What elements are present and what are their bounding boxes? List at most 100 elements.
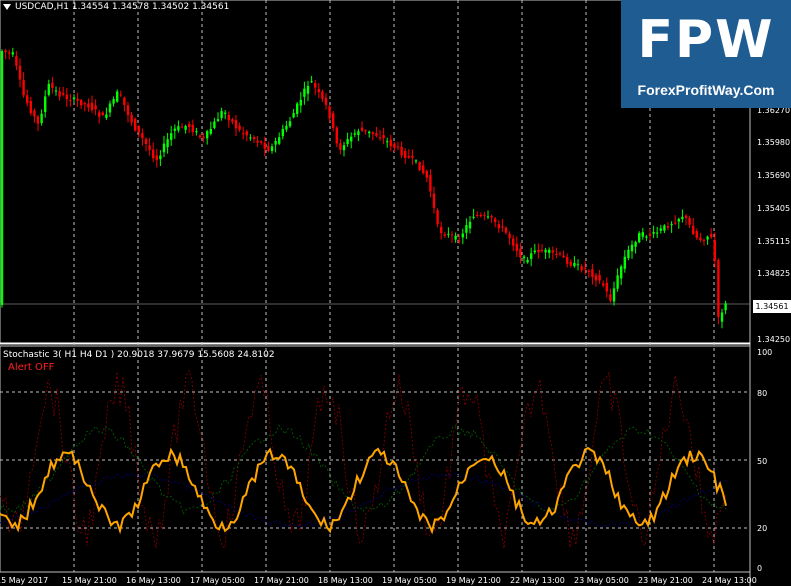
- candle-body: [468, 221, 472, 229]
- candle-body: [310, 81, 313, 83]
- candle-body: [288, 121, 292, 127]
- candle-body: [314, 83, 317, 88]
- candle-body: [393, 143, 396, 148]
- indicator-panel[interactable]: [0, 345, 751, 573]
- candle-body: [652, 232, 655, 234]
- candle-body: [306, 85, 310, 94]
- candle-body: [231, 119, 234, 122]
- candle-body: [238, 125, 241, 130]
- candle-body: [15, 55, 18, 66]
- candle-body: [256, 140, 259, 143]
- candle-body: [638, 233, 641, 243]
- time-label: 24 May 13:00: [702, 576, 757, 585]
- candle-body: [566, 256, 569, 264]
- candle-body: [227, 114, 230, 121]
- candle-body: [177, 126, 180, 131]
- candle-body: [216, 119, 220, 121]
- candle-body: [537, 249, 540, 253]
- candle-body: [144, 139, 148, 145]
- candle-body: [116, 91, 119, 102]
- symbol-label: USDCAD,H1: [15, 2, 69, 12]
- candle-body: [670, 224, 673, 226]
- candle-body: [62, 93, 65, 95]
- candle-body: [112, 99, 115, 104]
- candle-body: [501, 226, 504, 228]
- candle-body: [609, 294, 612, 301]
- time-label: 23 May 21:00: [638, 576, 693, 585]
- time-label: 17 May 05:00: [190, 576, 245, 585]
- candle-body: [515, 243, 518, 251]
- candle-body: [260, 141, 263, 143]
- candle-body: [411, 155, 414, 158]
- candle-body: [119, 94, 122, 96]
- candle-body: [18, 65, 22, 80]
- candle-body: [371, 132, 374, 134]
- candle-body: [519, 248, 522, 258]
- candle-body: [4, 50, 7, 53]
- ohlc-values: 1.34554 1.34578 1.34502 1.34561: [71, 2, 230, 12]
- time-label: 15 May 2017: [0, 576, 48, 585]
- candle-body: [339, 143, 342, 150]
- candle-body: [580, 266, 583, 271]
- candle-body: [332, 113, 335, 128]
- candle-body: [634, 241, 637, 247]
- candle-body: [576, 264, 580, 266]
- candle-body: [641, 232, 644, 237]
- candle-body: [713, 240, 716, 261]
- candle-body: [562, 255, 565, 258]
- candle-body: [688, 218, 691, 225]
- candle-body: [58, 91, 61, 97]
- candle-body: [476, 214, 479, 216]
- candle-body: [645, 236, 648, 238]
- candle-body: [573, 262, 576, 267]
- candle-body: [65, 94, 68, 100]
- level-label: 0: [757, 564, 762, 573]
- candle-body: [587, 270, 590, 272]
- candle-body: [36, 116, 40, 124]
- candle-body: [184, 125, 187, 130]
- candle-body: [47, 83, 50, 95]
- indicator-header: Stochastic 3( H1 H4 D1 ) 20.9018 37.9679…: [3, 350, 275, 360]
- candle-body: [220, 111, 223, 119]
- candle-body: [123, 97, 126, 106]
- candle-body: [281, 129, 284, 137]
- candle-body: [677, 218, 680, 222]
- candle-body: [364, 130, 367, 132]
- candle-body: [548, 249, 551, 253]
- candle-body: [432, 193, 436, 208]
- candle-body: [551, 250, 554, 253]
- candle-body: [126, 105, 130, 115]
- indicator-values: 20.9018 37.9679 15.5608 24.8102: [117, 350, 275, 360]
- candle-body: [148, 145, 151, 150]
- candle-body: [26, 95, 29, 104]
- candle-body: [681, 216, 684, 220]
- candle-body: [191, 124, 194, 133]
- price-label: 1.34250: [757, 335, 790, 344]
- candle-body: [378, 137, 382, 139]
- candle-body: [706, 236, 709, 240]
- candle-body: [429, 175, 432, 192]
- candle-body: [270, 146, 274, 152]
- candle-body: [692, 225, 695, 235]
- candle-body: [540, 249, 544, 252]
- dropdown-triangle-icon[interactable]: [3, 3, 11, 10]
- candle-body: [454, 235, 457, 240]
- candle-body: [436, 210, 439, 225]
- candle-body: [490, 216, 493, 218]
- time-label: 17 May 21:00: [254, 576, 309, 585]
- time-label: 15 May 21:00: [62, 576, 117, 585]
- candle-body: [530, 253, 533, 259]
- candle-body: [83, 103, 86, 105]
- candle-body: [605, 282, 608, 292]
- candle-body: [321, 91, 324, 99]
- level-label: 80: [757, 389, 767, 398]
- candle-body: [299, 99, 302, 106]
- candle-body: [224, 112, 227, 114]
- price-label: 1.35405: [757, 204, 790, 213]
- candle-body: [443, 234, 446, 236]
- logo-site: ForexProfitWay.Com: [637, 82, 775, 98]
- level-label: 50: [757, 457, 767, 466]
- candle-body: [22, 79, 25, 96]
- candle-body: [54, 90, 58, 92]
- candle-body: [33, 110, 36, 117]
